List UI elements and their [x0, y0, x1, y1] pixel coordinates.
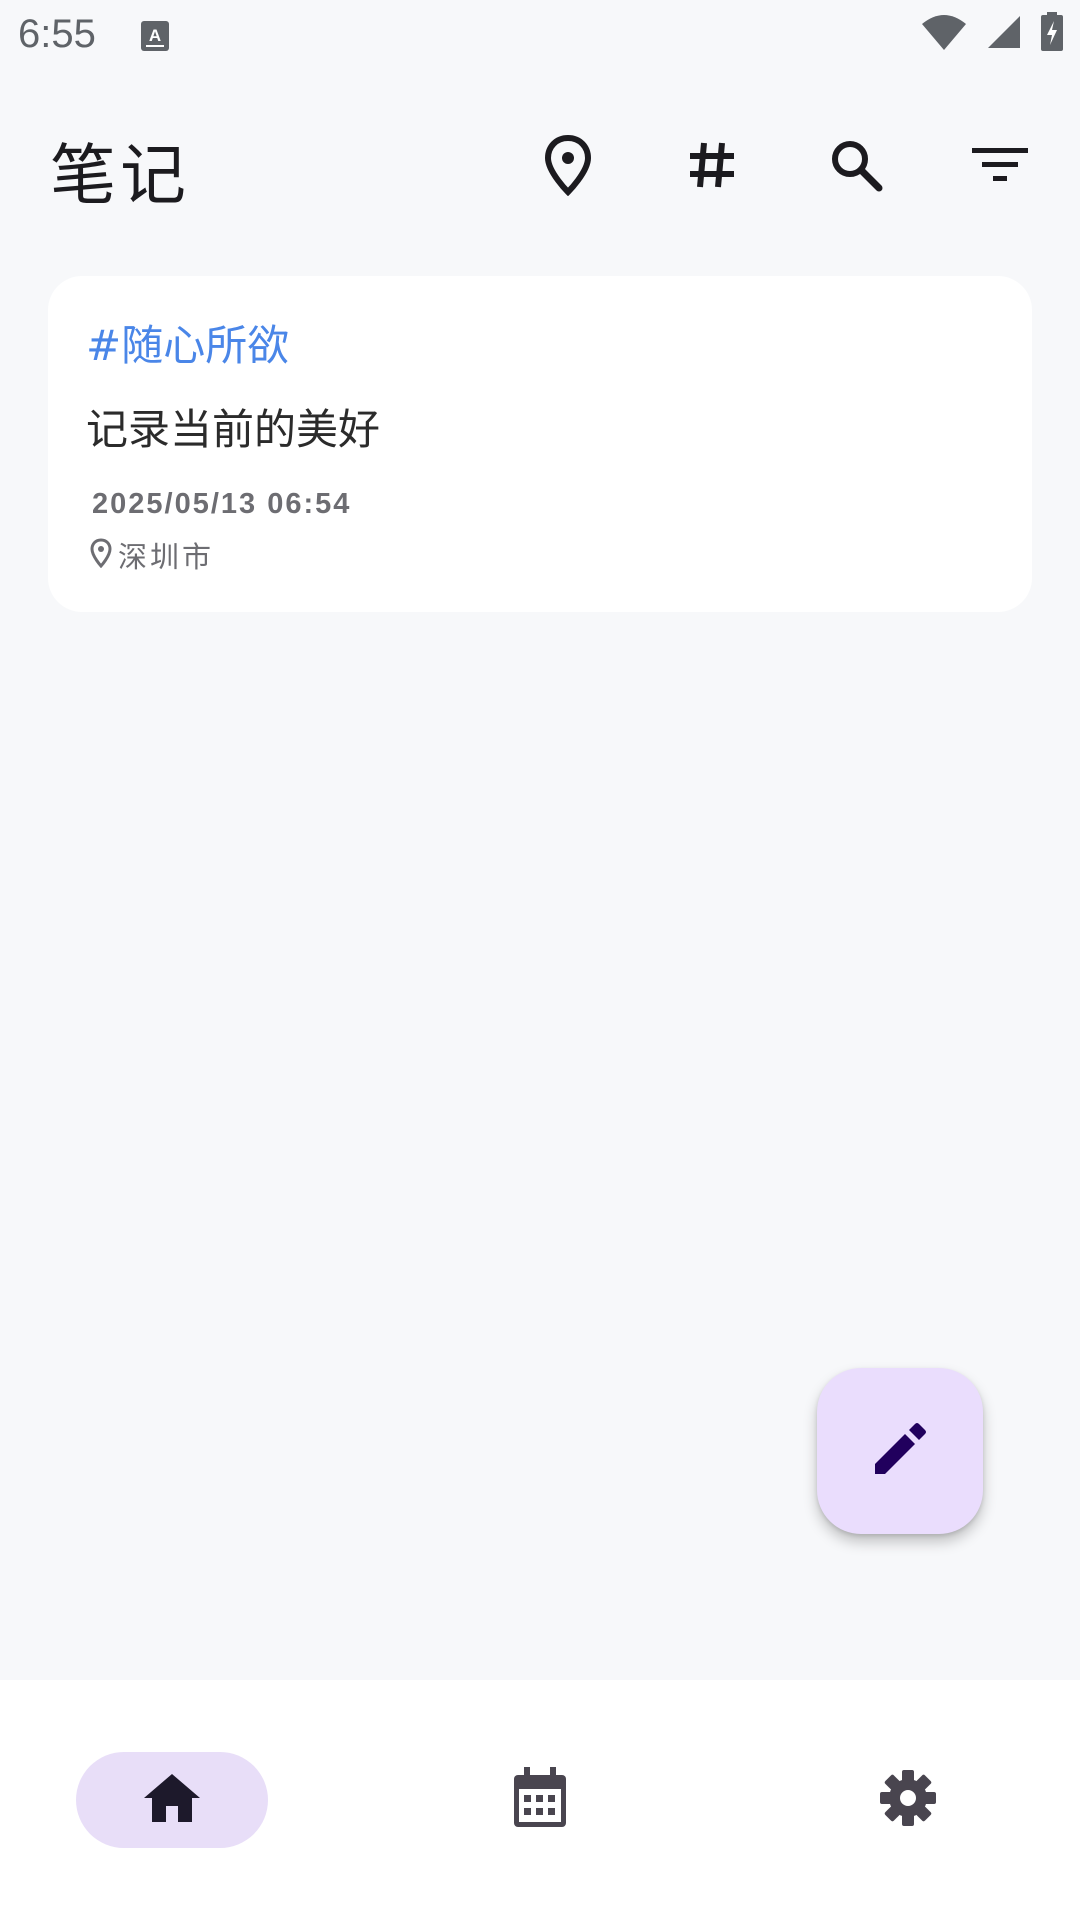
tag-filter-button[interactable] — [664, 127, 760, 207]
app-bar-actions — [520, 127, 1048, 207]
note-location: 深圳市 — [90, 534, 214, 576]
nav-home[interactable] — [76, 1752, 268, 1848]
edit-icon — [871, 1420, 929, 1482]
note-location-label: 深圳市 — [118, 540, 215, 574]
note-card[interactable]: #随心所欲 记录当前的美好 2025/05/13 06:54 深圳市 — [48, 276, 1032, 612]
battery-charging-icon — [1040, 12, 1064, 56]
location-icon — [544, 134, 592, 200]
wifi-icon — [920, 12, 968, 56]
note-tag[interactable]: #随心所欲 — [86, 312, 289, 373]
page-title: 笔记 — [50, 137, 190, 214]
location-small-icon — [90, 538, 112, 572]
calendar-icon — [512, 1767, 568, 1833]
note-content: 记录当前的美好 — [86, 405, 381, 454]
app-bar: 笔记 — [0, 100, 1080, 230]
status-time: 6:55 — [18, 12, 96, 56]
status-bar: 6:55 A — [0, 0, 1080, 74]
search-button[interactable] — [808, 127, 904, 207]
tag-icon — [686, 139, 738, 195]
bottom-navigation — [0, 1680, 1080, 1920]
nav-settings[interactable] — [812, 1752, 1004, 1848]
settings-icon — [878, 1768, 938, 1832]
location-filter-button[interactable] — [520, 127, 616, 207]
new-note-button[interactable] — [817, 1368, 983, 1534]
signal-icon — [986, 14, 1022, 54]
nav-calendar[interactable] — [444, 1752, 636, 1848]
keyboard-notification-icon: A — [140, 20, 170, 52]
home-icon — [142, 1772, 202, 1828]
filter-button[interactable] — [952, 127, 1048, 207]
svg-text:A: A — [149, 26, 161, 45]
status-icons — [920, 12, 1064, 56]
search-icon — [829, 138, 883, 196]
note-timestamp: 2025/05/13 06:54 — [92, 488, 352, 520]
filter-icon — [972, 145, 1028, 189]
